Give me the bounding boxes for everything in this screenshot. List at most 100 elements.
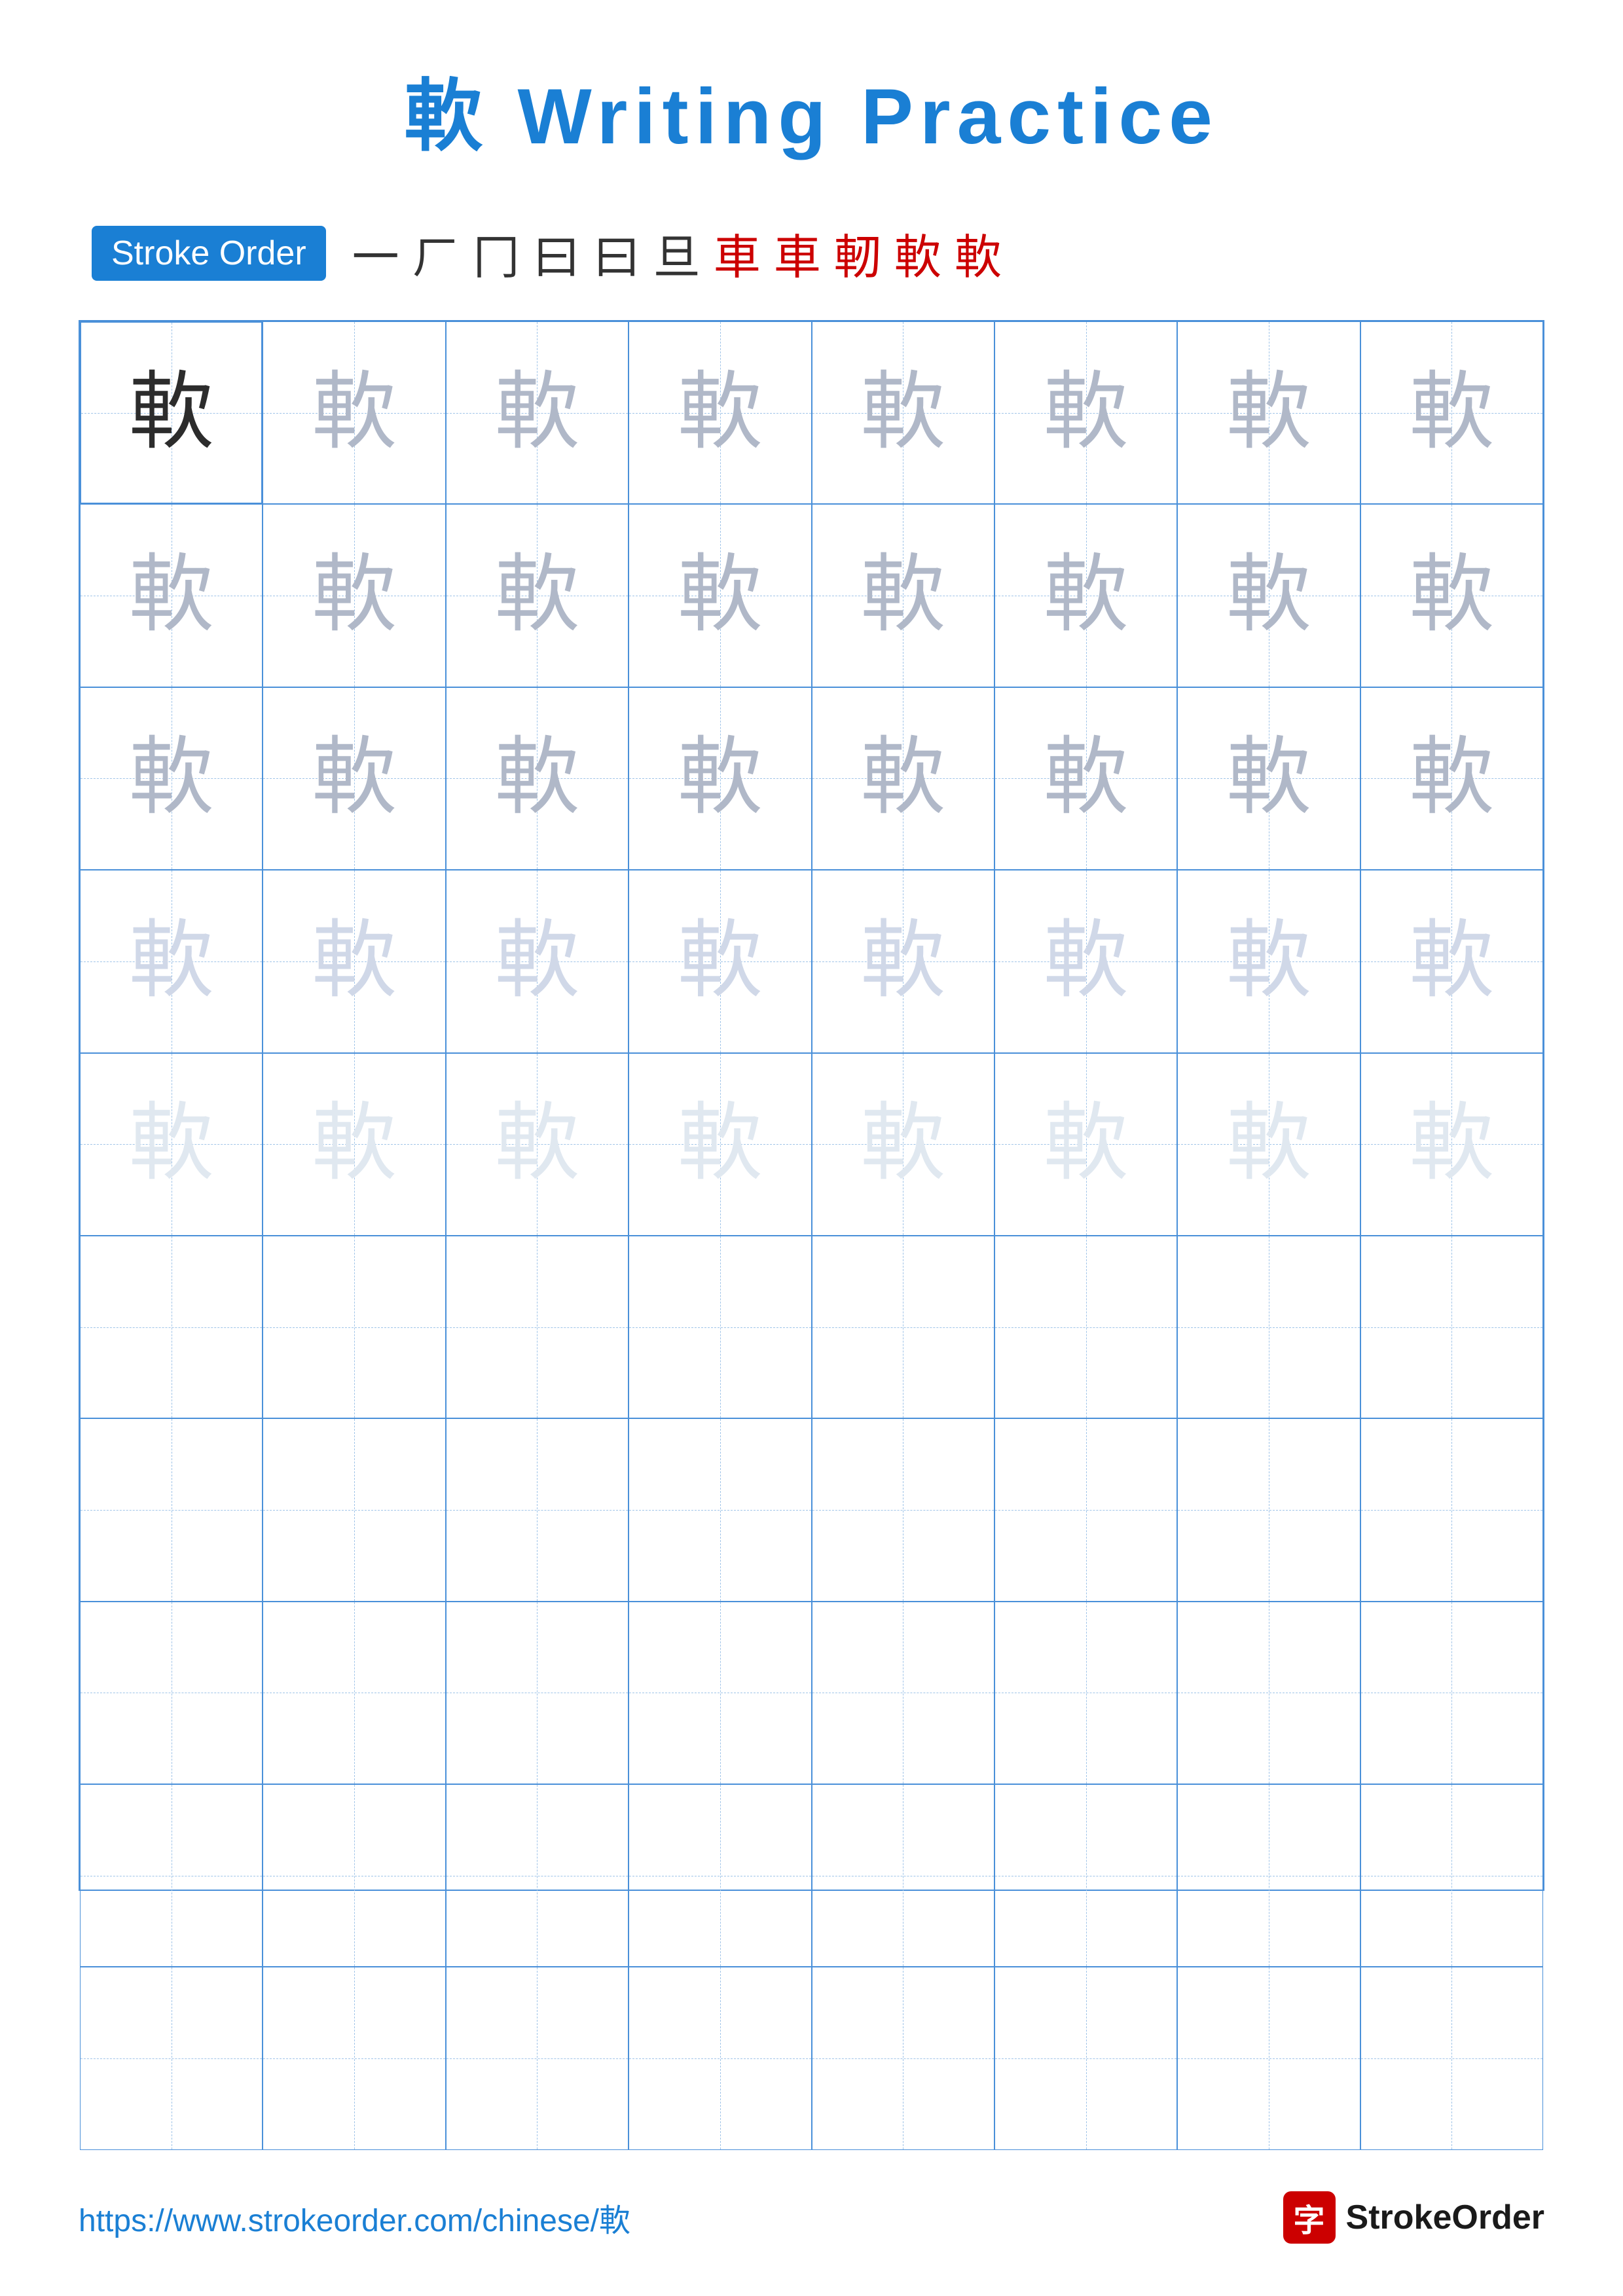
grid-cell[interactable]: 軟 xyxy=(446,687,629,870)
grid-cell[interactable] xyxy=(80,1784,263,1967)
stroke-10: 軟 xyxy=(894,219,941,287)
page: 軟 Writing Practice Stroke Order 一 ㄏ 冂 曰 … xyxy=(0,0,1623,2296)
grid-cell[interactable]: 軟 xyxy=(80,687,263,870)
grid-cell[interactable] xyxy=(446,1418,629,1601)
stroke-7: 車 xyxy=(714,219,761,287)
grid-cell[interactable]: 軟 xyxy=(1360,1053,1543,1236)
grid-cell[interactable] xyxy=(1177,1418,1360,1601)
grid-cell[interactable]: 軟 xyxy=(80,1053,263,1236)
grid-cell[interactable] xyxy=(629,1418,811,1601)
grid-cell[interactable] xyxy=(263,1236,445,1418)
grid-cell[interactable]: 軟 xyxy=(1177,321,1360,504)
grid-cell[interactable] xyxy=(446,1236,629,1418)
grid-cell[interactable]: 軟 xyxy=(263,687,445,870)
grid-cell[interactable]: 軟 xyxy=(629,1053,811,1236)
grid-cell[interactable] xyxy=(994,1236,1177,1418)
grid-cell[interactable]: 軟 xyxy=(812,870,994,1052)
grid-cell[interactable] xyxy=(80,1418,263,1601)
grid-cell[interactable]: 軟 xyxy=(629,687,811,870)
grid-cell[interactable] xyxy=(446,1784,629,1967)
practice-char: 軟 xyxy=(860,736,945,821)
grid-cell[interactable] xyxy=(263,1602,445,1784)
practice-char: 軟 xyxy=(1044,370,1129,456)
grid-cell[interactable]: 軟 xyxy=(812,504,994,687)
grid-cell[interactable]: 軟 xyxy=(812,687,994,870)
grid-cell[interactable]: 軟 xyxy=(80,504,263,687)
grid-cell[interactable]: 軟 xyxy=(446,1053,629,1236)
grid-cell[interactable]: 軟 xyxy=(263,504,445,687)
footer-url[interactable]: https://www.strokeorder.com/chinese/軟 xyxy=(79,2195,630,2240)
grid-cell[interactable]: 軟 xyxy=(1360,687,1543,870)
practice-char: 軟 xyxy=(1226,919,1311,1004)
practice-char: 軟 xyxy=(312,370,397,456)
grid-cell[interactable] xyxy=(812,1967,994,2149)
grid-cell[interactable] xyxy=(629,1967,811,2149)
grid-cell[interactable] xyxy=(629,1236,811,1418)
grid-cell[interactable] xyxy=(994,1784,1177,1967)
grid-cell[interactable] xyxy=(812,1784,994,1967)
grid-cell[interactable] xyxy=(1360,1967,1543,2149)
grid-cell[interactable] xyxy=(994,1602,1177,1784)
grid-cell[interactable] xyxy=(812,1418,994,1601)
grid-cell[interactable]: 軟 xyxy=(812,321,994,504)
grid-cell[interactable]: 軟 xyxy=(629,321,811,504)
grid-cell[interactable]: 軟 xyxy=(446,870,629,1052)
grid-cell[interactable] xyxy=(80,1967,263,2149)
stroke-order-chars: 一 ㄏ 冂 曰 曰 旦 車 車 軔 軟 軟 xyxy=(352,219,1002,287)
grid-cell[interactable]: 軟 xyxy=(263,1053,445,1236)
grid-cell[interactable]: 軟 xyxy=(994,1053,1177,1236)
logo-text: StrokeOrder xyxy=(1346,2198,1544,2237)
practice-char: 軟 xyxy=(860,1102,945,1187)
grid-cell[interactable] xyxy=(80,1602,263,1784)
grid-cell[interactable]: 軟 xyxy=(1360,870,1543,1052)
grid-cell[interactable]: 軟 xyxy=(80,321,263,504)
grid-cell[interactable]: 軟 xyxy=(80,870,263,1052)
grid-cell[interactable] xyxy=(80,1236,263,1418)
grid-cell[interactable] xyxy=(1177,1236,1360,1418)
grid-cell[interactable]: 軟 xyxy=(446,321,629,504)
grid-cell[interactable]: 軟 xyxy=(1360,321,1543,504)
grid-cell[interactable] xyxy=(263,1967,445,2149)
grid-cell[interactable] xyxy=(994,1967,1177,2149)
grid-cell[interactable]: 軟 xyxy=(629,870,811,1052)
grid-cell[interactable]: 軟 xyxy=(1177,504,1360,687)
grid-cell[interactable] xyxy=(263,1418,445,1601)
grid-cell[interactable]: 軟 xyxy=(994,870,1177,1052)
grid-cell[interactable] xyxy=(446,1967,629,2149)
practice-char: 軟 xyxy=(1044,736,1129,821)
grid-cell[interactable] xyxy=(994,1418,1177,1601)
grid-cell[interactable]: 軟 xyxy=(994,504,1177,687)
grid-cell[interactable]: 軟 xyxy=(1360,504,1543,687)
grid-cell[interactable] xyxy=(812,1236,994,1418)
grid-cell[interactable]: 軟 xyxy=(263,870,445,1052)
grid-cell[interactable] xyxy=(1360,1236,1543,1418)
grid-cell[interactable] xyxy=(812,1602,994,1784)
practice-char: 軟 xyxy=(312,736,397,821)
grid-cell[interactable]: 軟 xyxy=(994,321,1177,504)
stroke-11: 軟 xyxy=(955,219,1002,287)
grid-cell[interactable]: 軟 xyxy=(1177,1053,1360,1236)
practice-char: 軟 xyxy=(860,553,945,638)
practice-char: 軟 xyxy=(678,370,763,456)
grid-cell[interactable] xyxy=(629,1602,811,1784)
grid-cell[interactable] xyxy=(629,1784,811,1967)
grid-cell[interactable]: 軟 xyxy=(1177,870,1360,1052)
grid-cell[interactable]: 軟 xyxy=(812,1053,994,1236)
practice-char: 軟 xyxy=(494,1102,579,1187)
grid-cell[interactable] xyxy=(1177,1784,1360,1967)
grid-cell[interactable] xyxy=(1177,1602,1360,1784)
grid-cell[interactable]: 軟 xyxy=(629,504,811,687)
practice-char: 軟 xyxy=(1409,553,1494,638)
grid-cell[interactable] xyxy=(1360,1602,1543,1784)
grid-cell[interactable] xyxy=(1177,1967,1360,2149)
stroke-4: 曰 xyxy=(533,219,580,287)
grid-cell[interactable]: 軟 xyxy=(263,321,445,504)
practice-char: 軟 xyxy=(860,370,945,456)
grid-cell[interactable] xyxy=(446,1602,629,1784)
grid-cell[interactable] xyxy=(263,1784,445,1967)
grid-cell[interactable]: 軟 xyxy=(1177,687,1360,870)
grid-cell[interactable] xyxy=(1360,1784,1543,1967)
grid-cell[interactable]: 軟 xyxy=(994,687,1177,870)
grid-cell[interactable]: 軟 xyxy=(446,504,629,687)
grid-cell[interactable] xyxy=(1360,1418,1543,1601)
